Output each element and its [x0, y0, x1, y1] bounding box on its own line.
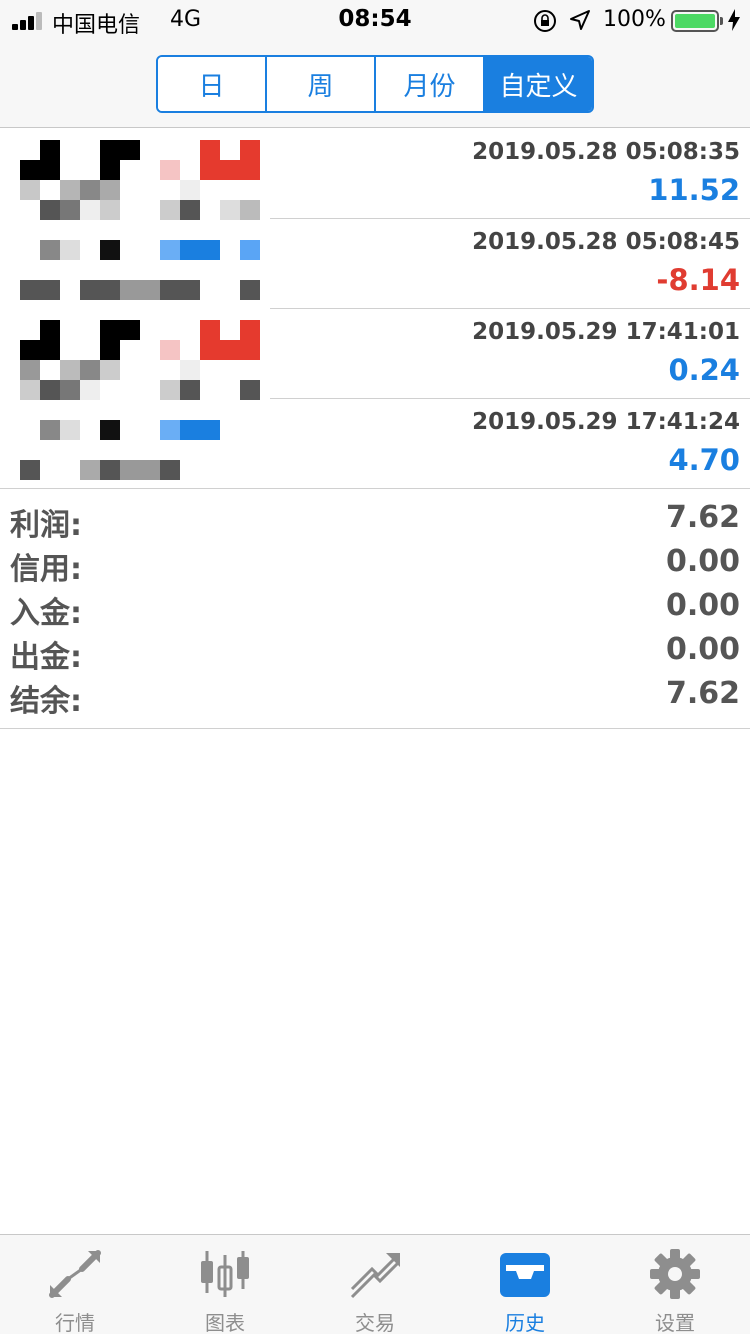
period-tab-week[interactable]: 周	[267, 57, 376, 111]
deal-time: 2019.05.29 17:41:24	[472, 409, 740, 435]
summary-row-withdrawal: 出金: 0.00	[0, 630, 750, 675]
deal-profit: 0.24	[668, 353, 740, 387]
summary-value: 7.62	[665, 676, 740, 711]
period-tab-custom[interactable]: 自定义	[485, 57, 592, 111]
tab-settings[interactable]: 设置	[600, 1235, 750, 1334]
deal-time: 2019.05.28 05:08:45	[472, 229, 740, 255]
deal-profit: 11.52	[648, 173, 740, 207]
summary-row-balance: 结余: 7.62	[0, 674, 750, 719]
tab-label: 行情	[55, 1311, 95, 1334]
tab-trade[interactable]: 交易	[300, 1235, 450, 1334]
location-icon	[570, 10, 590, 30]
deal-profit: -8.14	[656, 263, 740, 297]
battery-percentage: 100%	[603, 7, 666, 32]
battery-icon	[671, 10, 723, 32]
period-segmented-control: 日 周 月份 自定义	[156, 55, 594, 113]
summary-value: 7.62	[665, 500, 740, 535]
period-header: 日 周 月份 自定义	[0, 40, 750, 128]
summary-row-credit: 信用: 0.00	[0, 542, 750, 587]
bottom-tab-bar: 行情 图表 交易 历史 设置	[0, 1234, 750, 1334]
tab-label: 交易	[355, 1311, 395, 1334]
trade-icon	[350, 1253, 400, 1299]
rotation-lock-icon	[534, 10, 556, 32]
period-tab-month[interactable]: 月份	[376, 57, 485, 111]
summary-value: 0.00	[665, 588, 740, 623]
chart-icon	[201, 1251, 249, 1297]
summary-label: 结余:	[10, 684, 82, 719]
charging-bolt-icon	[728, 9, 740, 31]
tab-label: 历史	[505, 1311, 545, 1334]
redacted-mosaic	[0, 128, 270, 488]
tab-history[interactable]: 历史	[450, 1235, 600, 1334]
settings-icon	[650, 1249, 700, 1299]
deal-profit: 4.70	[668, 443, 740, 477]
quotes-icon	[49, 1250, 101, 1298]
account-summary: 利润: 7.62 信用: 0.00 入金: 0.00 出金: 0.00 结余: …	[0, 498, 750, 729]
summary-label: 出金:	[10, 640, 82, 675]
deal-time: 2019.05.29 17:41:01	[472, 319, 740, 345]
summary-value: 0.00	[665, 544, 740, 579]
summary-label: 信用:	[10, 552, 82, 587]
summary-label: 利润:	[10, 508, 82, 543]
status-bar: 中国电信 4G 08:54 100%	[0, 0, 750, 40]
summary-value: 0.00	[665, 632, 740, 667]
summary-row-profit: 利润: 7.62	[0, 498, 750, 543]
period-tab-day[interactable]: 日	[158, 57, 267, 111]
history-icon	[500, 1253, 550, 1297]
tab-label: 图表	[205, 1311, 245, 1334]
tab-chart[interactable]: 图表	[150, 1235, 300, 1334]
deal-time: 2019.05.28 05:08:35	[472, 139, 740, 165]
tab-quotes[interactable]: 行情	[0, 1235, 150, 1334]
summary-label: 入金:	[10, 596, 82, 631]
tab-label: 设置	[655, 1311, 695, 1334]
summary-row-deposit: 入金: 0.00	[0, 586, 750, 631]
